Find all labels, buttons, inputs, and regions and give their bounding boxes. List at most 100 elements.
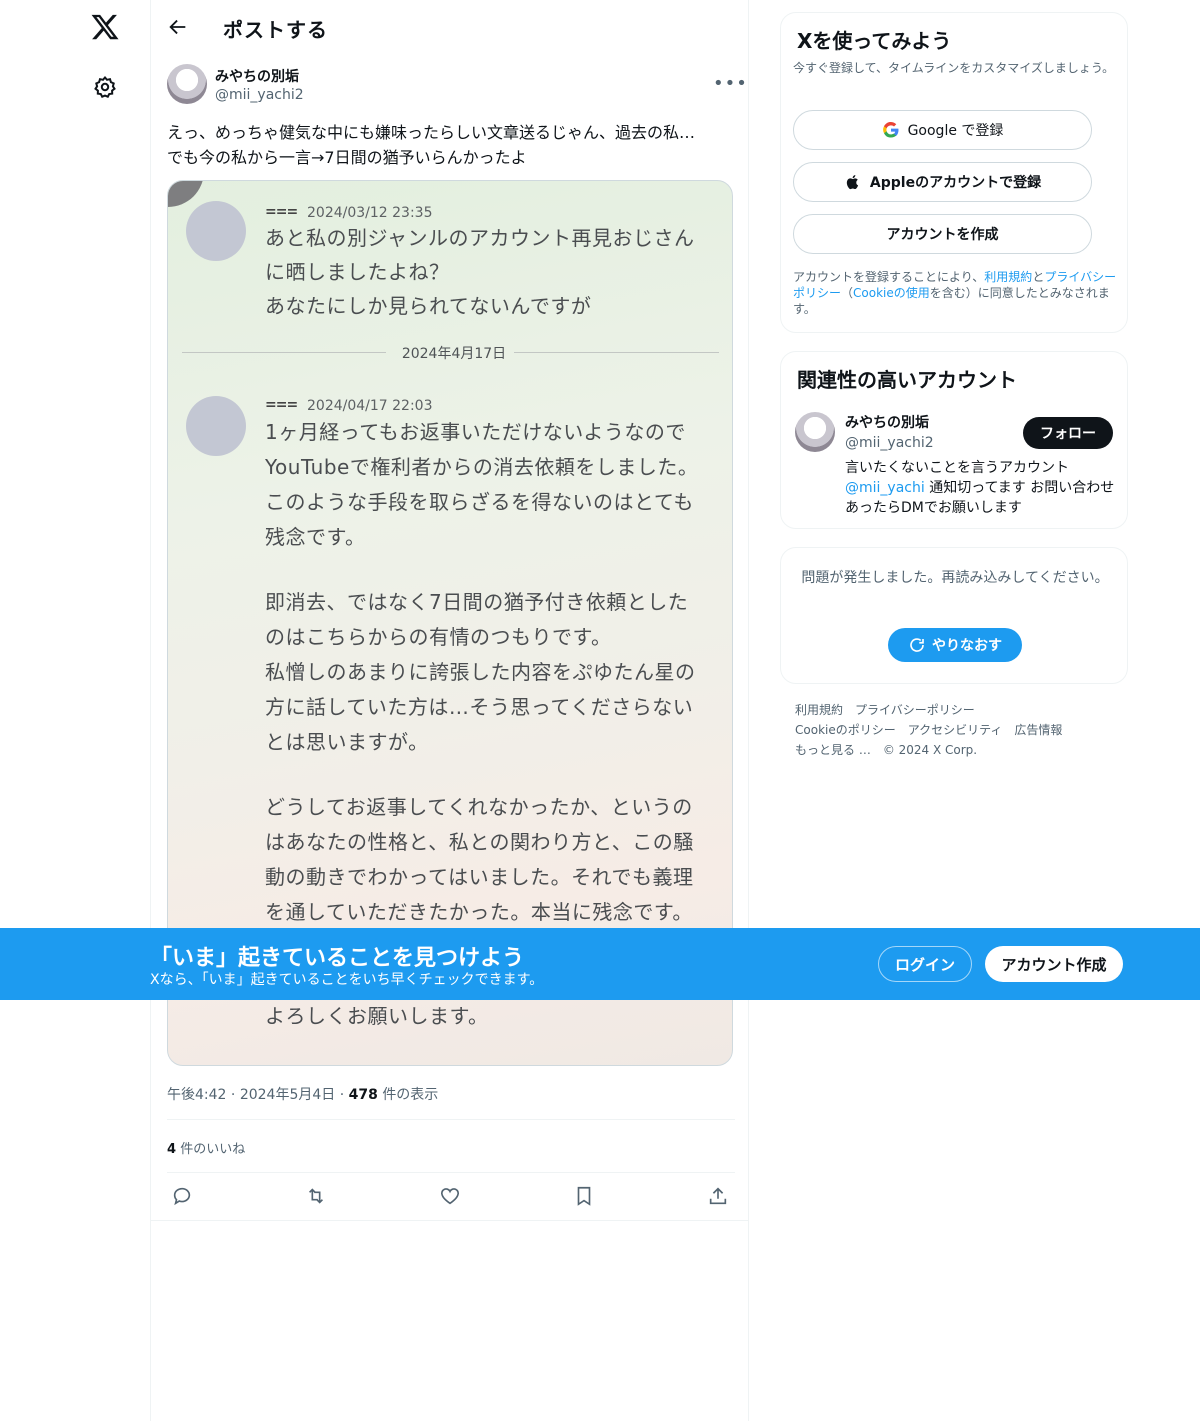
post-text-line: えっ、めっちゃ健気な中にも嫌味ったらしい文章送るじゃん、過去の私…	[167, 123, 696, 142]
recommended-name[interactable]: みやちの別垢	[845, 412, 929, 432]
likes-label: 件のいいね	[180, 1142, 246, 1157]
dm-sender-avatar	[186, 396, 246, 456]
author-handle[interactable]: @mii_yachi2	[215, 87, 304, 103]
signup-legal-text: アカウントを登録することにより、利用規約とプライバシーポリシー（Cookieの使…	[793, 269, 1121, 317]
dm-line: 1ヶ月経ってもお返事いただけないようなので	[265, 420, 686, 444]
footer-links: 利用規約 プライバシーポリシー Cookieのポリシー アクセシビリティ 広告情報 も…	[795, 700, 1115, 760]
dm-line: YouTubeで権利者からの消去依頼をしました。	[265, 455, 699, 479]
author-avatar[interactable]	[167, 64, 207, 104]
legal-text: アカウントを登録することにより、	[793, 270, 985, 284]
dm-message-2: 1ヶ月経ってもお返事いただけないようなので YouTubeで権利者からの消去依頼…	[265, 415, 715, 930]
left-rail	[0, 0, 150, 1421]
error-card: 問題が発生しました。再読み込みしてください。 やりなおす	[780, 547, 1128, 684]
dm-line: よろしくお願いします。	[265, 1004, 489, 1028]
dm-line: を通していただきたかった。本当に残念です。	[265, 900, 693, 924]
dm-line: 即消去、ではなく7日間の猶予付き依頼とした	[265, 590, 689, 614]
refresh-icon	[910, 638, 924, 652]
footer-accessibility-link[interactable]: アクセシビリティ	[908, 723, 1003, 737]
dm-line: あなたにしか見られてないんですが	[265, 294, 592, 318]
date-divider-line	[182, 352, 386, 353]
views-label: 件の表示	[382, 1087, 439, 1103]
google-icon	[882, 121, 900, 139]
login-banner: 「いま」起きていることを見つけよう Xなら、「いま」起きていることをいち早くチェ…	[0, 928, 1200, 1000]
divider	[167, 1119, 735, 1120]
post-date[interactable]: 2024年5月4日	[240, 1087, 335, 1103]
back-arrow-icon[interactable]	[167, 16, 189, 38]
likes-count: 4	[167, 1142, 177, 1157]
bookmark-icon[interactable]	[573, 1185, 595, 1207]
divider	[151, 1220, 749, 1221]
google-signup-button[interactable]: Google で登録	[793, 110, 1092, 150]
settings-gear-icon[interactable]	[93, 75, 117, 99]
apple-icon	[844, 173, 862, 191]
meta-separator: ·	[339, 1087, 349, 1103]
follow-button[interactable]: フォロー	[1023, 417, 1113, 449]
login-button[interactable]: ログイン	[878, 946, 972, 982]
banner-title: 「いま」起きていることを見つけよう	[150, 946, 525, 971]
footer-copyright: © 2024 X Corp.	[882, 743, 978, 757]
post-text-line: でも今の私から一言→7日間の猶予いらんかったよ	[167, 148, 527, 167]
repost-icon[interactable]	[305, 1185, 327, 1207]
create-account-label: アカウントを作成	[886, 227, 999, 243]
legal-text: （	[841, 286, 854, 300]
top-bar: ポストする	[151, 0, 749, 54]
dm-line: どうしてお返事してくれなかったか、というの	[265, 795, 693, 819]
footer-privacy-link[interactable]: プライバシーポリシー	[855, 703, 975, 717]
dm-line: はあなたの性格と、私との関わり方と、この騒	[265, 830, 694, 854]
share-icon[interactable]	[707, 1185, 729, 1207]
reply-icon[interactable]	[171, 1185, 193, 1207]
cookie-link[interactable]: Cookieの使用	[853, 286, 930, 300]
page-title: ポストする	[223, 18, 328, 42]
footer-terms-link[interactable]: 利用規約	[795, 703, 843, 717]
recommended-handle[interactable]: @mii_yachi2	[845, 435, 934, 451]
date-divider-line	[514, 352, 719, 353]
dm-line: のはこちらからの有情のつもりです。	[265, 625, 612, 649]
dm-line: 方に話していた方は…そう思ってくださらない	[265, 695, 694, 719]
dm-line: このような手段を取らざるを得ないのはとても	[265, 490, 694, 514]
bio-text: 言いたくないことを言うアカウント	[845, 460, 1069, 476]
dm-message-1: あと私の別ジャンルのアカウント再見おじさん に晒しましたよね？ あなたにしか見ら…	[265, 221, 715, 323]
dm-line: 私憎しのあまりに誇張した内容をぷゆたん星の	[265, 660, 696, 684]
dm-sender-name: ===	[265, 204, 298, 220]
banner-subtitle: Xなら、「いま」起きていることをいち早くチェックできます。	[150, 972, 544, 988]
terms-link[interactable]: 利用規約	[984, 270, 1032, 284]
apple-signup-button[interactable]: Appleのアカウントで登録	[793, 162, 1092, 202]
likes-summary[interactable]: 4 件のいいね	[167, 1138, 245, 1157]
dm-line: に晒しましたよね？	[265, 260, 450, 284]
footer-ads-link[interactable]: 広告情報	[1014, 723, 1062, 737]
footer-more-link[interactable]: もっと見る …	[795, 743, 871, 757]
dm-sender-avatar	[186, 201, 246, 261]
bio-mention-link[interactable]: @mii_yachi	[845, 480, 925, 496]
retry-label: やりなおす	[932, 638, 1002, 654]
create-account-button[interactable]: アカウントを作成	[793, 214, 1092, 254]
dm-timestamp: 2024/03/12 23:35	[307, 205, 433, 221]
post-meta: 午後4:42 · 2024年5月4日 · 478 件の表示	[167, 1084, 438, 1104]
signup-title: Xを使ってみよう	[797, 29, 952, 53]
x-logo-icon[interactable]	[90, 12, 120, 42]
image-corner-decoration	[168, 181, 204, 207]
views-count: 478	[348, 1087, 378, 1103]
retry-button[interactable]: やりなおす	[888, 628, 1022, 662]
dm-timestamp: 2024/04/17 22:03	[307, 398, 433, 414]
relevant-accounts-card: 関連性の高いアカウント みやちの別垢 @mii_yachi2 フォロー 言いたく…	[780, 351, 1128, 529]
like-heart-icon[interactable]	[439, 1185, 461, 1207]
recommended-bio: 言いたくないことを言うアカウント @mii_yachi 通知切ってます お問い合…	[845, 458, 1121, 518]
dm-sender-name: ===	[265, 397, 298, 413]
date-divider-label: 2024年4月17日	[401, 346, 507, 362]
signup-subtitle: 今すぐ登録して、タイムラインをカスタマイズしましょう。	[793, 61, 1115, 75]
post-text: えっ、めっちゃ健気な中にも嫌味ったらしい文章送るじゃん、過去の私… でも今の私か…	[167, 120, 737, 170]
more-options-icon[interactable]: •••	[713, 73, 748, 94]
post-time[interactable]: 午後4:42	[167, 1087, 226, 1103]
dm-line: あと私の別ジャンルのアカウント再見おじさん	[265, 226, 695, 250]
signup-button[interactable]: アカウント作成	[985, 946, 1123, 982]
apple-signup-label: Appleのアカウントで登録	[869, 175, 1042, 191]
relevant-accounts-title: 関連性の高いアカウント	[797, 368, 1017, 392]
error-message: 問題が発生しました。再読み込みしてください。	[801, 570, 1109, 586]
meta-separator: ·	[230, 1087, 240, 1103]
author-name[interactable]: みやちの別垢	[215, 66, 299, 86]
signup-card: Xを使ってみよう 今すぐ登録して、タイムラインをカスタマイズしましょう。 Goo…	[780, 12, 1128, 333]
divider	[167, 1172, 735, 1173]
footer-cookie-link[interactable]: Cookieのポリシー	[795, 723, 896, 737]
recommended-avatar[interactable]	[795, 412, 835, 452]
google-signup-label: Google で登録	[907, 123, 1004, 139]
